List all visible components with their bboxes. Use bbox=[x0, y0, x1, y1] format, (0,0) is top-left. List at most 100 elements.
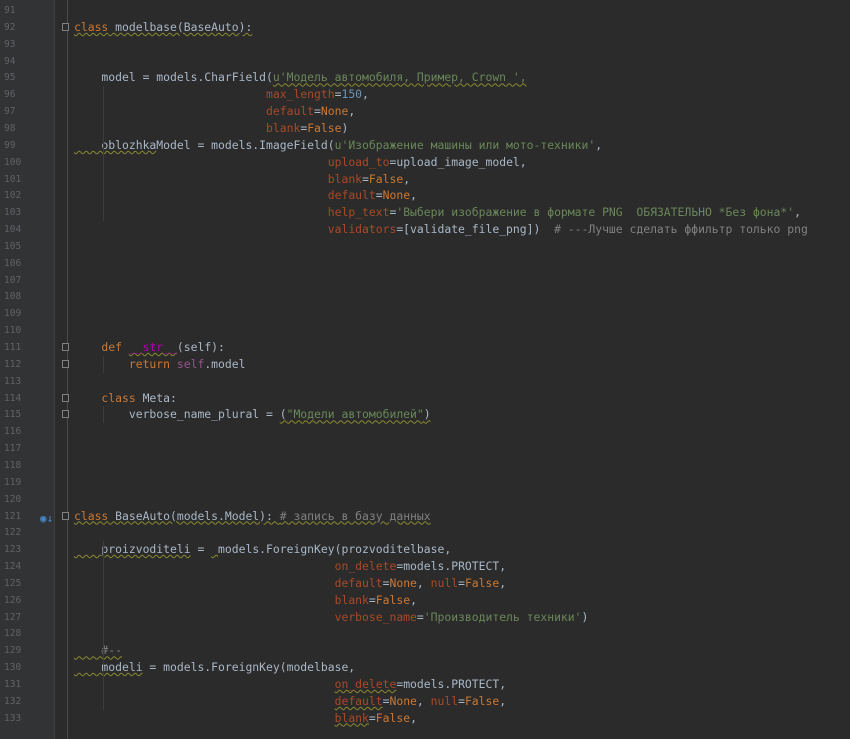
code-line[interactable]: 91 bbox=[0, 2, 850, 19]
line-number: 112 bbox=[4, 358, 22, 370]
code-line[interactable]: 110 bbox=[0, 322, 850, 339]
fold-marker-icon[interactable] bbox=[62, 511, 69, 520]
code-line[interactable]: 131 on_delete=models.PROTECT, bbox=[0, 676, 850, 693]
code-line[interactable]: 116 bbox=[0, 423, 850, 440]
code-line[interactable]: 99 oblozhkaModel = models.ImageField(u'И… bbox=[0, 137, 850, 154]
line-number: 109 bbox=[4, 308, 22, 320]
code-text: max_length=150, bbox=[74, 86, 369, 103]
code-line[interactable]: 94 bbox=[0, 53, 850, 70]
code-line[interactable]: 125 default=None, null=False, bbox=[0, 575, 850, 592]
code-text: help_text='Выбери изображение в формате … bbox=[74, 204, 801, 221]
code-line[interactable]: 117 bbox=[0, 440, 850, 457]
code-token: on_delete bbox=[334, 559, 397, 574]
code-line[interactable]: 124 on_delete=models.PROTECT, bbox=[0, 558, 850, 575]
code-token: False bbox=[375, 592, 411, 607]
code-token: upload_to bbox=[327, 154, 390, 169]
code-line[interactable]: 123 proizvoditeli = models.ForeignKey(pr… bbox=[0, 541, 850, 558]
code-token: , bbox=[403, 171, 411, 186]
fold-marker-icon[interactable] bbox=[62, 410, 69, 419]
code-token: = bbox=[375, 188, 383, 203]
line-number: 117 bbox=[4, 443, 22, 455]
code-line[interactable]: 96 max_length=150, bbox=[0, 86, 850, 103]
code-text: blank=False, bbox=[74, 710, 417, 727]
code-line[interactable]: 101 blank=False, bbox=[0, 171, 850, 188]
code-line[interactable]: 112 return self.model bbox=[0, 356, 850, 373]
indent-guide bbox=[103, 355, 104, 373]
code-token: verbose_name bbox=[334, 609, 417, 624]
code-line[interactable]: 133 blank=False, bbox=[0, 710, 850, 727]
code-text: model = models.CharField(u'Модель автомо… bbox=[74, 69, 527, 86]
code-token: ) bbox=[581, 609, 589, 624]
code-line[interactable]: 118 bbox=[0, 457, 850, 474]
code-line[interactable]: 98 blank=False) bbox=[0, 120, 850, 137]
fold-marker-icon[interactable] bbox=[62, 393, 69, 402]
code-line[interactable]: 130 modeli = models.ForeignKey(modelbase… bbox=[0, 659, 850, 676]
code-text: default=None, null=False, bbox=[74, 693, 506, 710]
code-line[interactable]: 121 ◉↓ class BaseAuto(models.Model): # зап… bbox=[0, 508, 850, 525]
code-line[interactable]: 100 upload_to=upload_image_model, bbox=[0, 154, 850, 171]
fold-marker-icon[interactable] bbox=[62, 22, 69, 31]
code-line[interactable]: 111 def __str__(self): bbox=[0, 339, 850, 356]
code-token: proizvoditeli bbox=[74, 542, 191, 557]
line-number: 97 bbox=[4, 106, 16, 118]
line-number: 132 bbox=[4, 695, 22, 707]
code-token: blank bbox=[334, 710, 369, 725]
code-line[interactable]: 93 bbox=[0, 36, 850, 53]
code-line[interactable]: 128 bbox=[0, 625, 850, 642]
code-token: class bbox=[74, 508, 109, 523]
line-number: 104 bbox=[4, 224, 22, 236]
code-token: help_text bbox=[327, 205, 390, 220]
fold-marker-icon[interactable] bbox=[62, 343, 69, 351]
line-number: 96 bbox=[4, 89, 16, 101]
code-line[interactable]: 120 bbox=[0, 491, 850, 508]
code-line[interactable]: 106 bbox=[0, 255, 850, 272]
code-token: Model = models.ImageField( bbox=[156, 137, 335, 152]
code-line[interactable]: 108 bbox=[0, 288, 850, 305]
code-line[interactable]: 95 model = models.CharField(u'Модель авт… bbox=[0, 69, 850, 86]
line-number: 105 bbox=[4, 240, 22, 252]
code-line[interactable]: 105 bbox=[0, 238, 850, 255]
code-token: (self): bbox=[176, 340, 225, 354]
fold-marker-icon[interactable] bbox=[62, 359, 69, 368]
line-number: 122 bbox=[4, 527, 22, 539]
line-number: 92 bbox=[4, 21, 16, 33]
code-line[interactable]: 109 bbox=[0, 305, 850, 322]
code-line[interactable]: 129 #-- bbox=[0, 642, 850, 659]
code-text: default=None, bbox=[74, 187, 417, 204]
code-token: = bbox=[458, 575, 465, 590]
code-line[interactable]: 107 bbox=[0, 272, 850, 289]
code-line[interactable]: 119 bbox=[0, 474, 850, 491]
code-token: class bbox=[74, 19, 109, 34]
code-text: on_delete=models.PROTECT, bbox=[74, 676, 506, 693]
code-token: verbose_name_plural = bbox=[74, 407, 280, 422]
code-token: models.ForeignKey(prozvoditelbase, bbox=[218, 542, 452, 557]
code-token: "Модели автомобилей" bbox=[286, 407, 424, 422]
code-line[interactable]: 113 bbox=[0, 373, 850, 390]
code-text: def __str__(self): bbox=[74, 339, 225, 356]
code-line[interactable]: 122 bbox=[0, 524, 850, 541]
code-token: u'Модель автомобиля, Пример, Crown ', bbox=[272, 70, 527, 85]
line-number: 119 bbox=[4, 476, 22, 488]
line-number: 129 bbox=[4, 645, 22, 657]
code-line[interactable]: 104 validators=[validate_file_png]) # --… bbox=[0, 221, 850, 238]
code-line[interactable]: 126 blank=False, bbox=[0, 592, 850, 609]
code-line[interactable]: 103 help_text='Выбери изображение в форм… bbox=[0, 204, 850, 221]
line-number: 106 bbox=[4, 257, 22, 269]
code-line[interactable]: 114 class Meta: bbox=[0, 390, 850, 407]
code-line[interactable]: 92 class modelbase(BaseAuto): bbox=[0, 19, 850, 36]
code-line[interactable]: 97 default=None, bbox=[0, 103, 850, 120]
line-number: 133 bbox=[4, 712, 22, 724]
line-number: 100 bbox=[4, 156, 22, 168]
code-line[interactable]: 132 default=None, null=False, bbox=[0, 693, 850, 710]
code-token: = bbox=[362, 171, 369, 186]
code-text: return self.model bbox=[74, 356, 246, 373]
code-token: validators bbox=[327, 222, 397, 237]
code-line[interactable]: 102 default=None, bbox=[0, 187, 850, 204]
code-line[interactable]: 127 verbose_name='Производитель техники'… bbox=[0, 609, 850, 626]
code-line[interactable]: 115 verbose_name_plural = ("Модели автом… bbox=[0, 406, 850, 423]
code-token: =models.PROTECT, bbox=[396, 677, 507, 691]
